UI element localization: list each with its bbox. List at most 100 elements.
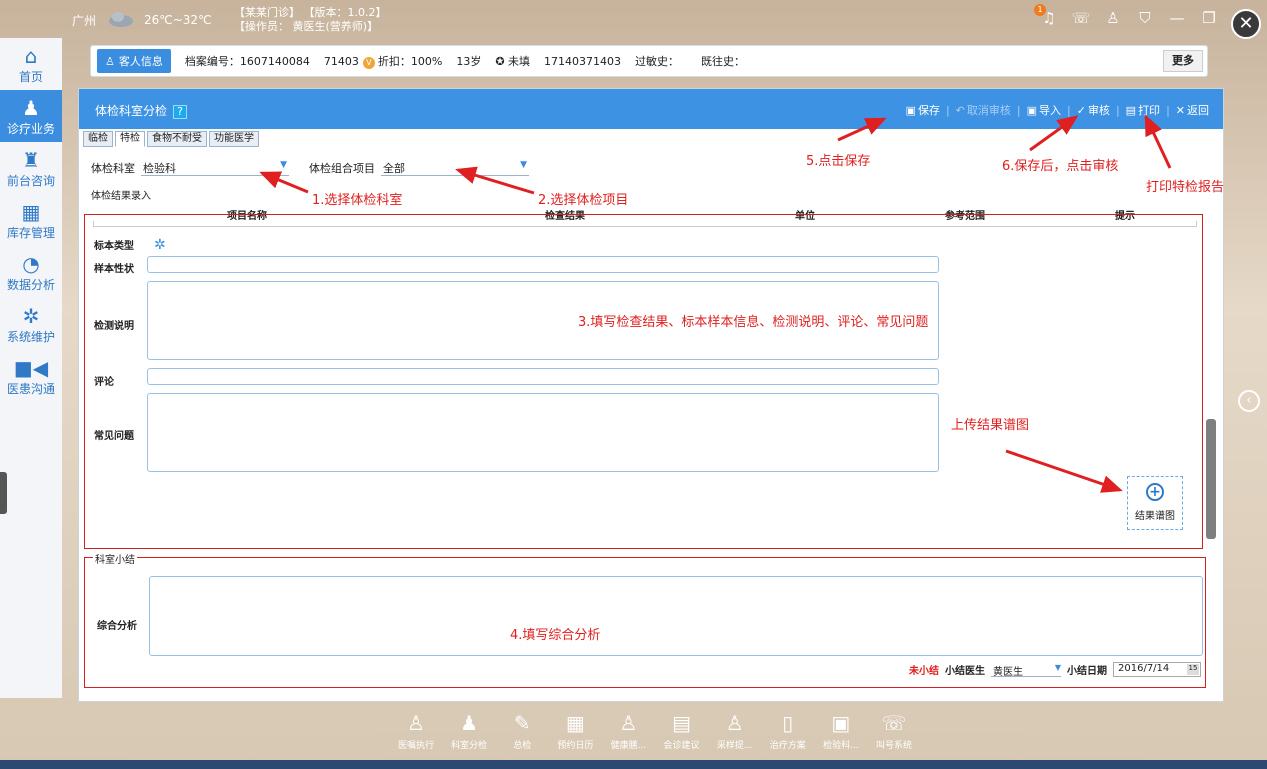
- chevron-left-icon[interactable]: ‹: [1238, 390, 1260, 412]
- nav-label: 系统维护: [6, 330, 55, 344]
- print-button[interactable]: ▤ 打印: [1120, 102, 1166, 118]
- panel-header: 体检科室分检? ▣ 保存 | ↶ 取消审核 | ▣ 导入 | ✓ 审核 | ▤ 打印 | …: [79, 89, 1223, 129]
- more-button[interactable]: 更多: [1163, 50, 1203, 72]
- dock-treatment[interactable]: ▯ 治疗方案: [762, 708, 814, 760]
- nav-analytics[interactable]: ◔ 数据分析: [0, 246, 62, 298]
- version: 【版本：1.0.2】: [303, 6, 387, 19]
- patient-id: 71403: [323, 54, 359, 68]
- nav-label: 医患沟通: [6, 382, 55, 396]
- dock-lab[interactable]: ▣ 检验科...: [815, 708, 867, 760]
- document-icon: ▯: [782, 711, 794, 735]
- save-icon: ▣: [905, 103, 916, 117]
- calendar-icon[interactable]: 15: [1187, 664, 1199, 675]
- order-icon: ♙: [407, 711, 425, 735]
- user-icon: ♙: [105, 54, 115, 68]
- combo-select[interactable]: 全部 ▼: [381, 160, 529, 176]
- import-button[interactable]: ▣ 导入: [1021, 102, 1067, 118]
- tab-lab[interactable]: 临检: [83, 131, 113, 147]
- store-icon: ▦: [21, 200, 41, 224]
- dock-calendar[interactable]: ▦ 预约日历: [549, 708, 601, 760]
- save-button[interactable]: ▣ 保存: [900, 102, 946, 118]
- clinic-name: 【某某门诊】: [234, 6, 300, 19]
- nav-label: 前台咨询: [6, 174, 55, 188]
- city-label: 广州: [72, 14, 97, 28]
- user-icon[interactable]: ♙: [1103, 8, 1123, 28]
- import-label: 导入: [1039, 104, 1061, 117]
- upload-spectrum-button[interactable]: + 结果谱图: [1127, 476, 1183, 530]
- past-history: 既往史：: [701, 55, 746, 68]
- tab-food-intolerance[interactable]: 食物不耐受: [147, 131, 207, 147]
- faq-input[interactable]: [147, 393, 939, 472]
- dock-label: 总检: [513, 741, 532, 751]
- nav-reception[interactable]: ♜ 前台咨询: [0, 142, 62, 194]
- top-icons: ♫ 1 ☏ ♙ ⛉ — ❐: [1034, 4, 1219, 28]
- sample-props-input[interactable]: [147, 256, 939, 273]
- patient-tab-label: 客人信息: [118, 55, 163, 68]
- nav-system[interactable]: ✲ 系统维护: [0, 298, 62, 350]
- review-button[interactable]: ✓ 审核: [1071, 102, 1116, 118]
- dock-label: 治疗方案: [769, 741, 806, 751]
- printer-icon: ▤: [1125, 103, 1137, 117]
- dock-calling[interactable]: ☏ 叫号系统: [868, 708, 920, 760]
- close-icon: ✕: [1175, 103, 1185, 117]
- tab-functional-medicine[interactable]: 功能医学: [209, 131, 259, 147]
- calendar-icon: ▦: [565, 711, 585, 735]
- phone-icon[interactable]: ☏: [1071, 8, 1091, 28]
- left-nav: ⌂ 首页 ♟ 诊疗业务 ♜ 前台咨询 ▦ 库存管理 ◔ 数据分析 ✲ 系统维护 ■◀ 医患沟通: [0, 38, 62, 698]
- nav-communication[interactable]: ■◀ 医患沟通: [0, 350, 62, 402]
- dept-value: 检验科: [143, 162, 176, 175]
- dock-sampling[interactable]: ♙ 采样提...: [709, 708, 761, 760]
- panel-title: 体检科室分检?: [95, 102, 188, 119]
- nav-label: 数据分析: [6, 278, 55, 292]
- scrollbar[interactable]: [1206, 419, 1216, 539]
- dock-label: 健康膳...: [610, 741, 647, 751]
- annotation-step4: 4.填写综合分析: [510, 628, 601, 643]
- user-star-icon: ♙: [619, 711, 638, 735]
- left-drawer-handle[interactable]: [0, 472, 7, 514]
- dock-final-exam[interactable]: ✎ 总检: [496, 708, 548, 760]
- bell-icon[interactable]: ♫ 1: [1034, 4, 1059, 28]
- summary-doctor-select[interactable]: 黄医生 ▼: [991, 662, 1061, 678]
- taskbar: [0, 760, 1267, 769]
- dropdown-icon: ▼: [280, 160, 287, 170]
- reception-icon: ♜: [22, 148, 40, 172]
- tab-special[interactable]: 特检: [115, 131, 145, 147]
- clipboard-icon: ▤: [672, 711, 691, 735]
- sample-type-label: 标本类型: [94, 241, 134, 252]
- settings-gear-icon[interactable]: ✲: [154, 237, 166, 253]
- patient-info-tab[interactable]: ♙ 客人信息: [97, 49, 171, 73]
- dock-order-exec[interactable]: ♙ 医嘱执行: [390, 708, 442, 760]
- dock-diet[interactable]: ♙ 健康膳...: [602, 708, 654, 760]
- analysis-input[interactable]: [149, 576, 1203, 656]
- nav-label: 诊疗业务: [6, 122, 55, 136]
- minimize-icon[interactable]: —: [1167, 8, 1187, 28]
- doctor-icon: ♟: [22, 96, 40, 120]
- dropdown-icon: ▼: [1054, 662, 1061, 672]
- back-button[interactable]: ✕ 返回: [1170, 102, 1215, 118]
- nav-medical[interactable]: ♟ 诊疗业务: [0, 90, 62, 142]
- dock-dept-exam[interactable]: ♟ 科室分检: [443, 708, 495, 760]
- comment-label: 评论: [94, 377, 114, 388]
- lab-icon: ▣: [831, 711, 851, 735]
- sample-props-label: 样本性状: [94, 264, 134, 275]
- shirt-icon[interactable]: ⛉: [1135, 8, 1155, 28]
- restore-icon[interactable]: ❐: [1199, 8, 1219, 28]
- check-icon: ✓: [1076, 103, 1086, 117]
- cancel-review-button[interactable]: ↶ 取消审核: [950, 102, 1017, 118]
- close-button[interactable]: ✕: [1231, 9, 1261, 39]
- help-icon[interactable]: ?: [173, 105, 188, 119]
- temperature: 26℃~32℃: [144, 13, 212, 27]
- gear-icon: ✲: [22, 304, 40, 328]
- import-icon: ▣: [1026, 103, 1037, 117]
- nav-inventory[interactable]: ▦ 库存管理: [0, 194, 62, 246]
- dropdown-icon: ▼: [520, 160, 527, 170]
- dock-consult[interactable]: ▤ 会诊建议: [656, 708, 708, 760]
- dept-select[interactable]: 检验科 ▼: [141, 160, 289, 176]
- video-icon: ■◀: [13, 356, 49, 380]
- comment-input[interactable]: [147, 368, 939, 385]
- summary-date-input[interactable]: 2016/7/14 15: [1113, 662, 1201, 677]
- nav-home[interactable]: ⌂ 首页: [0, 38, 62, 90]
- patient-info-bar: ♙ 客人信息 档案编号：1607140084 71403 V 折扣：100% 13岁…: [90, 45, 1208, 77]
- result-entry-section: 标本类型 ✲ 样本性状 检测说明 评论 常见问题 + 结果谱图: [84, 214, 1203, 549]
- toolbar: ▣ 保存 | ↶ 取消审核 | ▣ 导入 | ✓ 审核 | ▤ 打印 | ✕ 返回: [900, 102, 1215, 118]
